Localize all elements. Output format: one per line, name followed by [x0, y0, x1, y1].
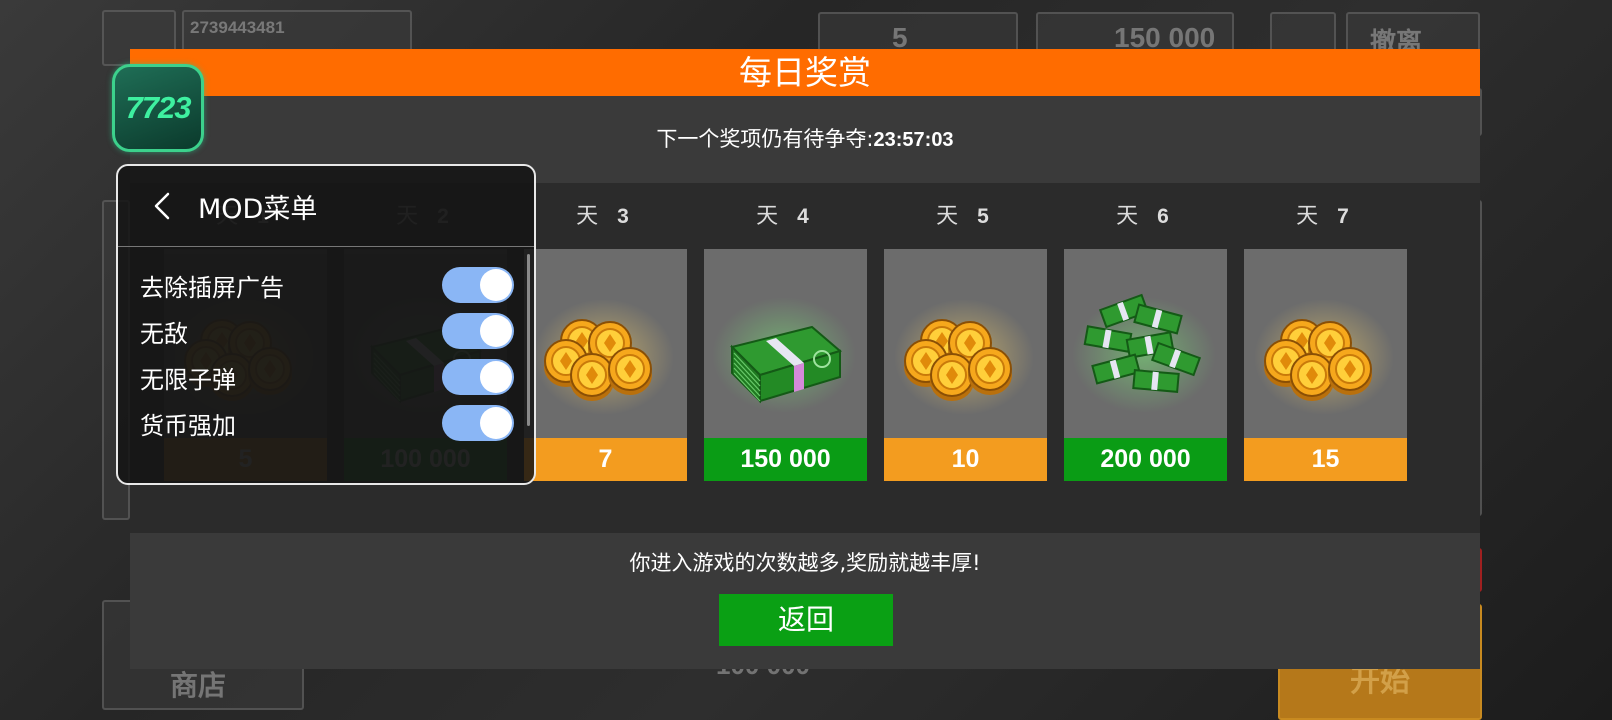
toggle-knob: [480, 315, 512, 347]
day-label: 天 3: [524, 183, 687, 251]
toggle-knob: [480, 407, 512, 439]
chevron-left-icon[interactable]: [144, 186, 184, 226]
day-label: 天 5: [884, 183, 1047, 251]
reward-amount: 7: [524, 438, 687, 481]
mod-option-label: 无限子弹: [140, 365, 236, 394]
day-number: 7: [1337, 205, 1355, 228]
day-label: 天 4: [704, 183, 867, 251]
day-number: 4: [797, 205, 815, 228]
mod-option-label: 去除插屏广告: [140, 273, 284, 302]
app-logo[interactable]: 7723: [112, 64, 204, 152]
day-reward-card[interactable]: 200 000: [1064, 249, 1227, 481]
coins-icon: [524, 289, 687, 419]
dialog-title: 每日奖赏: [130, 49, 1480, 96]
reward-amount: 200 000: [1064, 438, 1227, 481]
mod-option-toggle[interactable]: [442, 313, 514, 349]
day-reward-card[interactable]: 10: [884, 249, 1047, 481]
day-column-3: 天 3 7: [524, 183, 687, 481]
mod-option-label: 无敌: [140, 319, 188, 348]
day-number: 6: [1157, 205, 1175, 228]
toggle-knob: [480, 269, 512, 301]
day-column-7: 天 7 15: [1244, 183, 1407, 481]
mod-option-toggle[interactable]: [442, 359, 514, 395]
countdown-text: 下一个奖项仍有待争夺:23:57:03: [130, 123, 1480, 153]
day-reward-card[interactable]: 15: [1244, 249, 1407, 481]
day-column-6: 天 6 200 000: [1064, 183, 1227, 481]
mod-menu-title: MOD菜单: [198, 193, 318, 225]
reward-amount: 10: [884, 438, 1047, 481]
mod-option-row: 货币强加: [118, 400, 534, 446]
day-number: 3: [617, 205, 635, 228]
cash-pile-icon: [1064, 289, 1227, 419]
day-column-4: 天 4 150 000: [704, 183, 867, 481]
mod-option-toggle[interactable]: [442, 267, 514, 303]
coins-icon: [884, 289, 1047, 419]
countdown-label: 下一个奖项仍有待争夺:: [656, 127, 874, 151]
day-reward-card[interactable]: 150 000: [704, 249, 867, 481]
coins-icon: [1244, 289, 1407, 419]
countdown-timer: 23:57:03: [873, 129, 954, 151]
reward-amount: 150 000: [704, 438, 867, 481]
cash-stack-icon: [704, 289, 867, 419]
toggle-knob: [480, 361, 512, 393]
mod-menu-scrollbar[interactable]: [527, 254, 530, 426]
mod-option-row: 去除插屏广告: [118, 262, 534, 308]
day-label: 天 6: [1064, 183, 1227, 251]
mod-option-label: 货币强加: [140, 411, 236, 440]
day-word: 天: [936, 204, 978, 229]
mod-option-row: 无敌: [118, 308, 534, 354]
mod-option-row: 无限子弹: [118, 354, 534, 400]
day-number: 5: [977, 205, 995, 228]
day-word: 天: [576, 204, 618, 229]
day-column-5: 天 5 10: [884, 183, 1047, 481]
mod-option-toggle[interactable]: [442, 405, 514, 441]
day-word: 天: [756, 204, 798, 229]
day-reward-card[interactable]: 7: [524, 249, 687, 481]
back-button[interactable]: 返回: [719, 594, 893, 646]
mod-menu-panel: MOD菜单 去除插屏广告 无敌无限子弹货币强加: [116, 164, 536, 485]
day-word: 天: [1116, 204, 1158, 229]
mod-menu-header: MOD菜单: [118, 166, 534, 247]
day-word: 天: [1296, 204, 1338, 229]
reward-amount: 15: [1244, 438, 1407, 481]
footer-text: 你进入游戏的次数越多,奖励就越丰厚!: [629, 551, 981, 575]
day-label: 天 7: [1244, 183, 1407, 251]
